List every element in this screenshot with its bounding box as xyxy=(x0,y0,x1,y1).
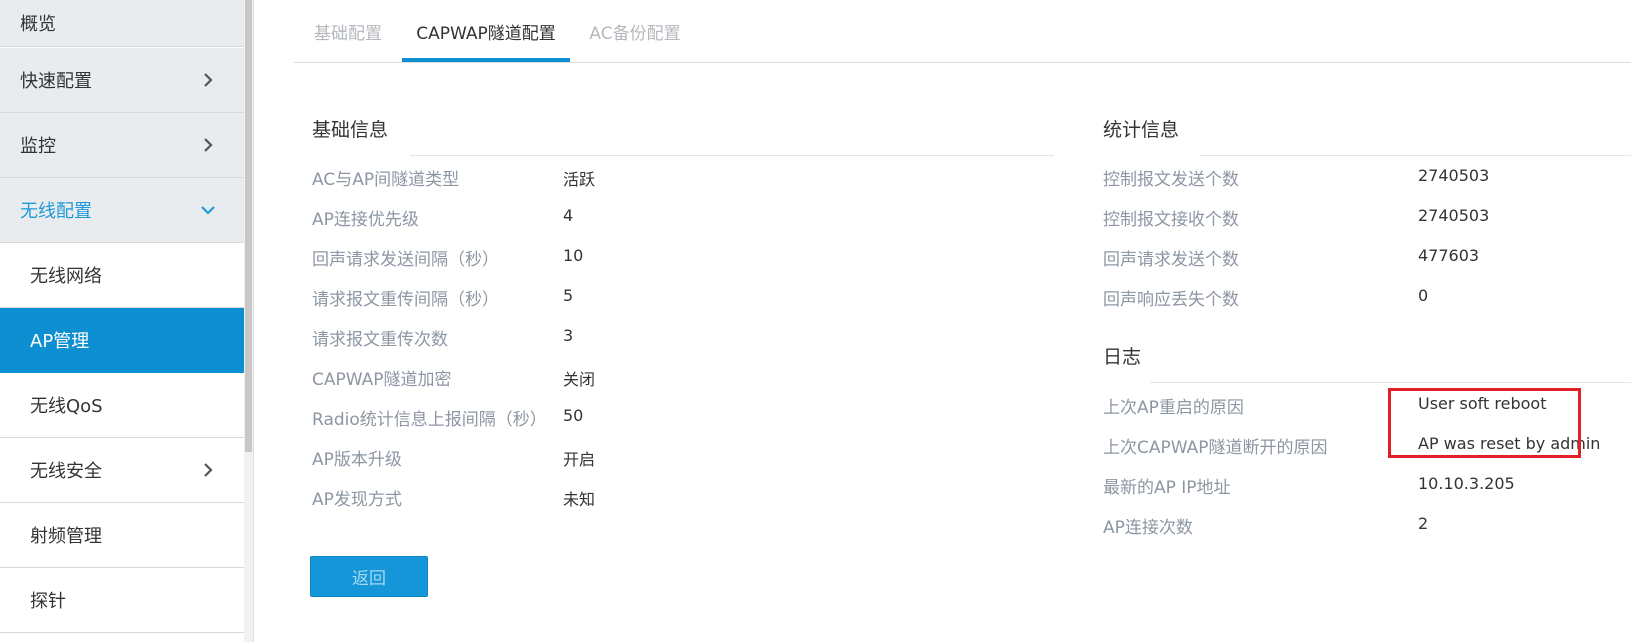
chevron-right-icon xyxy=(199,461,217,479)
stat-label: 控制报文接收个数 xyxy=(1103,210,1239,230)
info-value: 10 xyxy=(563,246,584,265)
sidebar-item-label: 概览 xyxy=(20,13,56,35)
stat-label: 回声响应丢失个数 xyxy=(1103,290,1239,310)
info-value: 活跃 xyxy=(563,170,596,189)
info-value: 开启 xyxy=(563,450,596,469)
stat-label: 控制报文发送个数 xyxy=(1103,170,1239,190)
info-label: Radio统计信息上报间隔（秒） xyxy=(312,410,547,430)
log-value: 10.10.3.205 xyxy=(1418,474,1515,493)
sidebar-item-label: 无线安全 xyxy=(30,461,102,482)
info-label: AP发现方式 xyxy=(312,490,402,510)
info-label: 请求报文重传间隔（秒） xyxy=(312,290,499,310)
scrollbar-thumb[interactable] xyxy=(245,0,252,452)
section-divider xyxy=(410,155,1054,156)
log-title: 日志 xyxy=(1103,346,1142,368)
info-label: AC与AP间隧道类型 xyxy=(312,170,460,190)
sidebar-item-label: 无线网络 xyxy=(30,266,102,287)
sidebar-item-wireless-config[interactable]: 无线配置 xyxy=(0,178,244,243)
info-label: AP版本升级 xyxy=(312,450,402,470)
chevron-down-icon xyxy=(199,201,217,219)
sidebar-item-overview[interactable]: 概览 xyxy=(0,0,244,47)
sidebar-item-wireless-network[interactable]: 无线网络 xyxy=(0,243,244,308)
log-label: 上次AP重启的原因 xyxy=(1103,398,1244,418)
sidebar-scrollbar[interactable] xyxy=(244,0,254,642)
back-button[interactable]: 返回 xyxy=(310,556,428,597)
sidebar-item-quick-config[interactable]: 快速配置 xyxy=(0,48,244,113)
info-value: 50 xyxy=(563,406,584,425)
info-label: CAPWAP隧道加密 xyxy=(312,370,452,390)
sidebar-item-label: 监控 xyxy=(20,136,56,157)
tab-label: 基础配置 xyxy=(314,24,382,44)
stat-value: 2740503 xyxy=(1418,166,1490,185)
sidebar-item-label: AP管理 xyxy=(30,331,90,352)
sidebar-item-label: 快速配置 xyxy=(20,71,92,92)
sidebar-item-wireless-qos[interactable]: 无线QoS xyxy=(0,373,244,438)
tab-basic-config[interactable]: 基础配置 xyxy=(294,0,402,62)
section-divider xyxy=(1200,155,1631,156)
sidebar-item-probe[interactable]: 探针 xyxy=(0,568,244,633)
log-label: AP连接次数 xyxy=(1103,518,1193,538)
sidebar-item-label: 探针 xyxy=(30,591,66,612)
stats-info-title: 统计信息 xyxy=(1103,119,1180,141)
sidebar-item-ap-management[interactable]: AP管理 xyxy=(0,308,244,373)
sidebar-item-wireless-security[interactable]: 无线安全 xyxy=(0,438,244,503)
highlight-annotation-box xyxy=(1388,388,1581,458)
tab-label: AC备份配置 xyxy=(589,24,681,44)
chevron-right-icon xyxy=(199,71,217,89)
sidebar-item-radio-management[interactable]: 射频管理 xyxy=(0,503,244,568)
info-label: 回声请求发送间隔（秒） xyxy=(312,250,499,270)
sidebar-item-label: 无线配置 xyxy=(20,201,92,222)
tab-bar: 基础配置 CAPWAP隧道配置 AC备份配置 xyxy=(294,0,1631,63)
log-label: 上次CAPWAP隧道断开的原因 xyxy=(1103,438,1328,458)
info-value: 未知 xyxy=(563,490,596,509)
stat-label: 回声请求发送个数 xyxy=(1103,250,1239,270)
basic-info-title: 基础信息 xyxy=(312,119,389,141)
chevron-right-icon xyxy=(199,136,217,154)
sidebar-nav: 概览 快速配置 监控 无线配置 无线网络 AP管理 无线QoS 无线安全 射频管… xyxy=(0,0,244,642)
sidebar-item-label: 射频管理 xyxy=(30,526,102,547)
tab-capwap-tunnel-config[interactable]: CAPWAP隧道配置 xyxy=(402,0,570,62)
log-label: 最新的AP IP地址 xyxy=(1103,478,1231,498)
info-value: 3 xyxy=(563,326,574,345)
info-value: 5 xyxy=(563,286,574,305)
log-value: 2 xyxy=(1418,514,1429,533)
section-divider xyxy=(1150,382,1631,383)
sidebar-item-monitor[interactable]: 监控 xyxy=(0,113,244,178)
info-value: 4 xyxy=(563,206,574,225)
stat-value: 0 xyxy=(1418,286,1429,305)
stat-value: 2740503 xyxy=(1418,206,1490,225)
sidebar-item-label: 无线QoS xyxy=(30,396,103,417)
tab-ac-backup-config[interactable]: AC备份配置 xyxy=(570,0,700,62)
tab-label: CAPWAP隧道配置 xyxy=(416,24,556,44)
info-label: AP连接优先级 xyxy=(312,210,419,230)
stat-value: 477603 xyxy=(1418,246,1480,265)
info-value: 关闭 xyxy=(563,370,596,389)
info-label: 请求报文重传次数 xyxy=(312,330,448,350)
